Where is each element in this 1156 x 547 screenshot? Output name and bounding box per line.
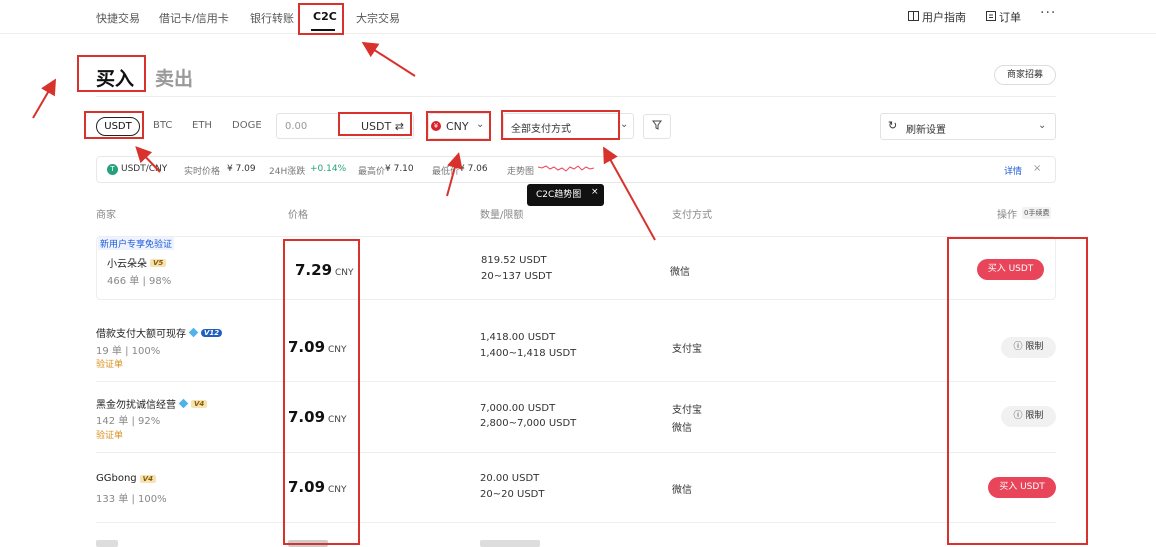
annotation-arrows xyxy=(32,41,656,241)
